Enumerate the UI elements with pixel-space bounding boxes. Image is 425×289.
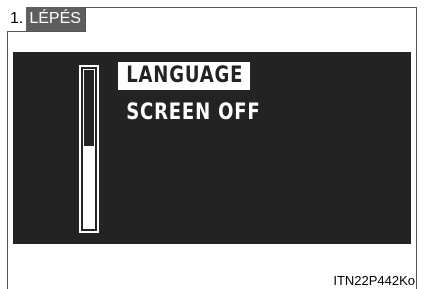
display-screen: LANGUAGE SCREEN OFF <box>13 52 411 244</box>
scrollbar[interactable] <box>79 65 99 233</box>
image-code: ITN22P442Ko <box>333 273 415 288</box>
scrollbar-track <box>83 69 95 229</box>
scrollbar-thumb[interactable] <box>84 145 94 228</box>
menu-item-screen-off[interactable]: SCREEN OFF <box>118 99 267 127</box>
step-word: LÉPÉS <box>26 7 85 31</box>
step-number: 1. <box>7 7 27 31</box>
step-label: 1. LÉPÉS <box>7 7 86 32</box>
menu-item-language[interactable]: LANGUAGE <box>118 62 250 90</box>
